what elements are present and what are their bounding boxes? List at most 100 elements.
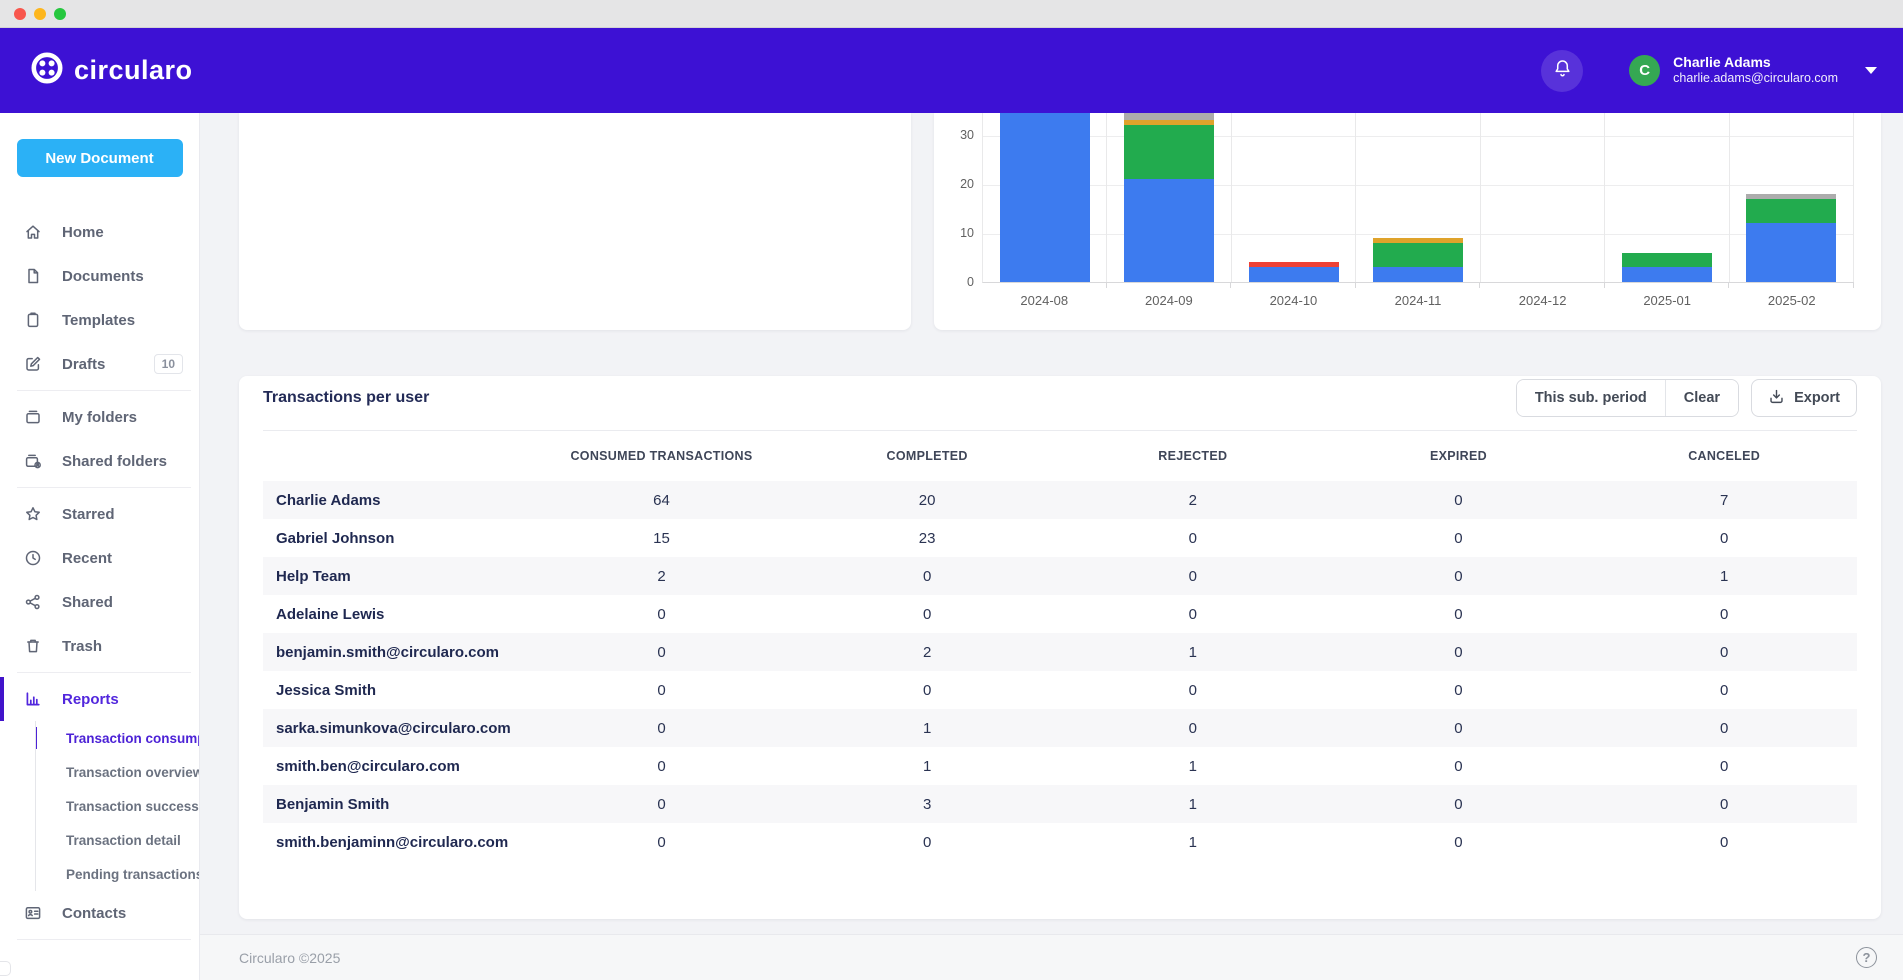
close-window-button[interactable] (14, 8, 26, 20)
bar-segment-green (1746, 199, 1836, 224)
sidebar-item-contacts[interactable]: Contacts (0, 891, 199, 935)
value-cell: 0 (1060, 519, 1326, 557)
value-cell: 0 (529, 785, 795, 823)
table-row[interactable]: benjamin.smith@circularo.com02100 (263, 633, 1857, 671)
value-cell: 1 (1060, 633, 1326, 671)
minimize-window-button[interactable] (34, 8, 46, 20)
table-row[interactable]: Help Team20001 (263, 557, 1857, 595)
value-cell: 2 (529, 557, 795, 595)
value-cell: 23 (794, 519, 1060, 557)
user-name-cell: benjamin.smith@circularo.com (263, 633, 529, 671)
sidebar-subitem-transaction-success[interactable]: Transaction success (36, 789, 199, 823)
sidebar-item-reports[interactable]: Reports (0, 677, 199, 721)
table-row[interactable]: Adelaine Lewis00000 (263, 595, 1857, 633)
table-title: Transactions per user (263, 389, 429, 407)
download-icon (1768, 388, 1785, 409)
value-cell: 0 (1591, 785, 1857, 823)
chart-column-2024-12 (1481, 113, 1605, 282)
value-cell: 1 (794, 747, 1060, 785)
value-cell: 0 (794, 671, 1060, 709)
column-header: CANCELED (1591, 431, 1857, 481)
stacked-bar-2025-02[interactable] (1746, 194, 1836, 282)
x-axis-tick-label: 2025-01 (1605, 293, 1730, 308)
sidebar-item-trash[interactable]: Trash (0, 624, 199, 668)
stacked-bar-2025-01[interactable] (1622, 253, 1712, 282)
value-cell: 0 (1591, 519, 1857, 557)
value-cell: 0 (529, 747, 795, 785)
column-header-user (263, 431, 529, 481)
sidebar-item-label: Recent (62, 550, 112, 567)
table-row[interactable]: Benjamin Smith03100 (263, 785, 1857, 823)
table-row[interactable]: Jessica Smith00000 (263, 671, 1857, 709)
sidebar-item-shared[interactable]: Shared (0, 580, 199, 624)
sidebar-item-templates[interactable]: Templates (0, 298, 199, 342)
bar-segment-blue (1622, 267, 1712, 282)
table-row[interactable]: sarka.simunkova@circularo.com01000 (263, 709, 1857, 747)
sidebar-item-label: Shared (62, 594, 113, 611)
y-axis-tick-label: 20 (940, 177, 974, 191)
table-row[interactable]: Charlie Adams6420207 (263, 481, 1857, 519)
sidebar-subitem-pending-transactions[interactable]: Pending transactions (36, 857, 199, 891)
circularo-logo[interactable]: circularo (30, 51, 193, 90)
bar-segment-green (1373, 243, 1463, 268)
x-axis-ticks (982, 283, 1854, 288)
column-header: CONSUMED TRANSACTIONS (529, 431, 795, 481)
y-axis-tick-label: 10 (940, 226, 974, 240)
user-name-cell: Gabriel Johnson (263, 519, 529, 557)
stacked-bar-2024-10[interactable] (1249, 262, 1339, 282)
transactions-bar-chart: 01020302024-082024-092024-102024-112024-… (934, 113, 1881, 330)
user-name-cell: smith.ben@circularo.com (263, 747, 529, 785)
user-name-cell: Help Team (263, 557, 529, 595)
bar-segment-blue (1124, 179, 1214, 282)
table-row[interactable]: smith.ben@circularo.com01100 (263, 747, 1857, 785)
chart-column-2024-11 (1356, 113, 1480, 282)
drafts-count-badge: 10 (154, 354, 183, 374)
sidebar-subitem-transaction-consumption[interactable]: Transaction consumpt... (36, 721, 199, 755)
stacked-bar-2024-08[interactable] (1000, 113, 1090, 282)
sidebar-item-drafts[interactable]: Drafts10 (0, 342, 199, 386)
sidebar-corner-handle[interactable] (0, 961, 11, 976)
sidebar-item-recent[interactable]: Recent (0, 536, 199, 580)
value-cell: 0 (529, 671, 795, 709)
value-cell: 0 (1326, 595, 1592, 633)
stacked-bar-2024-11[interactable] (1373, 238, 1463, 282)
value-cell: 0 (1326, 557, 1592, 595)
sidebar-item-shared-folders[interactable]: Shared folders (0, 439, 199, 483)
column-header: REJECTED (1060, 431, 1326, 481)
notifications-button[interactable] (1541, 50, 1583, 92)
column-header: EXPIRED (1326, 431, 1592, 481)
new-document-button[interactable]: New Document (17, 139, 183, 177)
user-menu[interactable]: C Charlie Adams charlie.adams@circularo.… (1629, 54, 1877, 87)
chevron-down-icon (1865, 67, 1877, 74)
value-cell: 0 (1591, 709, 1857, 747)
value-cell: 1 (1591, 557, 1857, 595)
value-cell: 1 (794, 709, 1060, 747)
value-cell: 1 (1060, 747, 1326, 785)
value-cell: 0 (1326, 823, 1592, 861)
sidebar-item-label: My folders (62, 409, 137, 426)
sidebar-item-label: Reports (62, 691, 119, 708)
footer: Circularo ©2025 ? (200, 934, 1903, 980)
sidebar-item-my-folders[interactable]: My folders (0, 395, 199, 439)
table-row[interactable]: smith.benjaminn@circularo.com00100 (263, 823, 1857, 861)
maximize-window-button[interactable] (54, 8, 66, 20)
user-name-cell: Jessica Smith (263, 671, 529, 709)
stacked-bar-2024-09[interactable] (1124, 113, 1214, 282)
sidebar-subitem-transaction-detail[interactable]: Transaction detail (36, 823, 199, 857)
sidebar-item-documents[interactable]: Documents (0, 254, 199, 298)
export-button[interactable]: Export (1751, 379, 1857, 417)
titlebar (0, 0, 1903, 28)
draft-icon (24, 355, 42, 373)
sidebar-item-starred[interactable]: Starred (0, 492, 199, 536)
value-cell: 0 (1326, 519, 1592, 557)
sidebar-item-home[interactable]: Home (0, 210, 199, 254)
sidebar-divider (17, 939, 191, 940)
sidebar-subitem-transaction-overview[interactable]: Transaction overview (36, 755, 199, 789)
value-cell: 0 (1060, 709, 1326, 747)
value-cell: 64 (529, 481, 795, 519)
this-sub-period-button[interactable]: This sub. period (1517, 380, 1665, 416)
help-button[interactable]: ? (1856, 947, 1877, 968)
user-name-cell: Charlie Adams (263, 481, 529, 519)
table-row[interactable]: Gabriel Johnson1523000 (263, 519, 1857, 557)
clear-button[interactable]: Clear (1665, 380, 1738, 416)
